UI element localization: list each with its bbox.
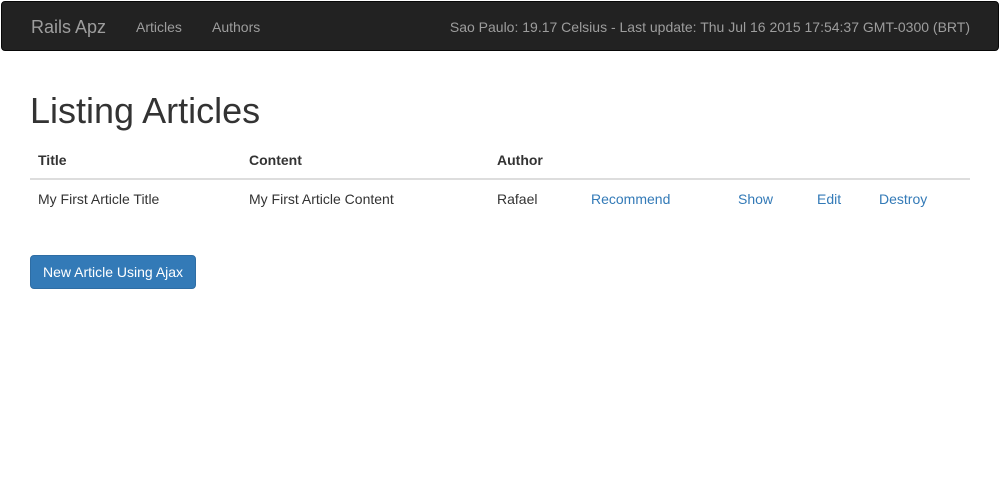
brand-link[interactable]: Rails Apz xyxy=(31,17,106,38)
header-title: Title xyxy=(30,142,241,180)
nav-authors[interactable]: Authors xyxy=(212,19,260,35)
recommend-link[interactable]: Recommend xyxy=(591,191,670,207)
cell-content: My First Article Content xyxy=(241,179,489,219)
destroy-link[interactable]: Destroy xyxy=(879,191,927,207)
nav-articles[interactable]: Articles xyxy=(136,19,182,35)
cell-title: My First Article Title xyxy=(30,179,241,219)
header-author: Author xyxy=(489,142,583,180)
table-row: My First Article Title My First Article … xyxy=(30,179,970,219)
edit-link[interactable]: Edit xyxy=(817,191,841,207)
weather-status: Sao Paulo: 19.17 Celsius - Last update: … xyxy=(449,19,970,35)
table-header-row: Title Content Author xyxy=(30,142,970,180)
articles-table: Title Content Author My First Article Ti… xyxy=(30,142,970,219)
header-content: Content xyxy=(241,142,489,180)
new-article-button[interactable]: New Article Using Ajax xyxy=(30,255,197,289)
cell-author: Rafael xyxy=(489,179,583,219)
show-link[interactable]: Show xyxy=(738,191,773,207)
navbar: Rails Apz Articles Authors Sao Paulo: 19… xyxy=(1,1,999,51)
page-title: Listing Articles xyxy=(30,90,261,131)
